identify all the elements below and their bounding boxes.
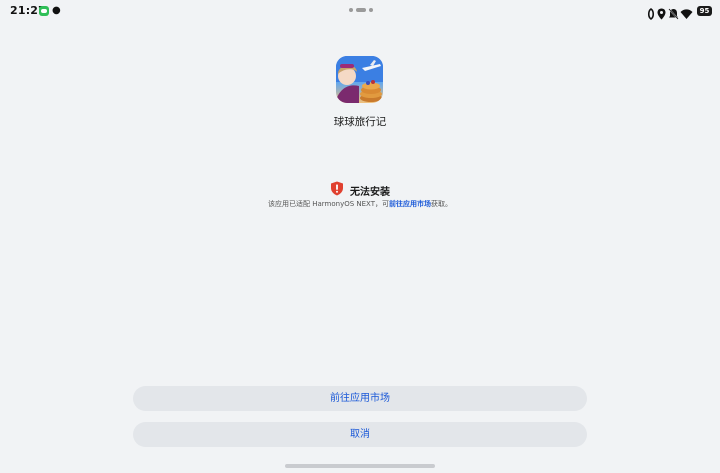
description-suffix: 获取。 — [431, 200, 452, 208]
cancel-button[interactable]: 取消 — [133, 422, 587, 447]
warning-shield-icon — [330, 181, 344, 199]
install-failed-header: 无法安装 — [0, 181, 720, 199]
app-icon — [336, 56, 383, 103]
battery-icon: 95 — [697, 6, 712, 16]
location-icon — [657, 5, 666, 24]
install-failed-description: 该应用已适配 HarmonyOS NEXT，可前往应用市场获取。 — [0, 199, 720, 209]
go-to-app-market-button[interactable]: 前往应用市场 — [133, 386, 587, 411]
description-text: 该应用已适配 HarmonyOS NEXT，可 — [268, 200, 389, 208]
nfc-icon — [646, 5, 656, 24]
penguin-icon: ● — [52, 5, 61, 16]
home-indicator[interactable] — [285, 464, 435, 468]
multitask-handle[interactable] — [349, 8, 373, 12]
mute-bell-icon — [668, 5, 679, 24]
wifi-icon — [680, 5, 693, 24]
right-status-icons: 95 — [646, 5, 712, 20]
app-market-link[interactable]: 前往应用市场 — [389, 200, 431, 208]
chat-icon — [39, 6, 49, 16]
status-bar: 21:27 ● 95 — [0, 0, 720, 22]
install-failed-title: 无法安装 — [350, 186, 390, 198]
app-name: 球球旅行记 — [333, 116, 387, 128]
